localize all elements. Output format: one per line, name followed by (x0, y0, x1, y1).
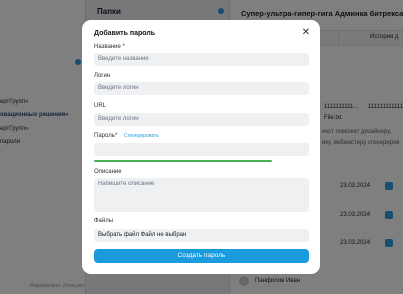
password-strength-bar (94, 160, 272, 162)
close-icon[interactable]: ✕ (301, 28, 311, 38)
login-input[interactable]: Введите логин (94, 82, 309, 95)
file-input[interactable]: Выбрать файл Файл не выбран (94, 229, 309, 242)
add-password-modal: Добавить пароль ✕ Название * Введите наз… (82, 20, 320, 274)
name-label: Название * (94, 44, 125, 50)
choose-file-button[interactable]: Выбрать файл (98, 232, 139, 238)
url-input[interactable]: Введите логин (94, 113, 309, 126)
file-status-text: Файл не выбран (140, 232, 187, 238)
modal-title: Добавить пароль (94, 30, 156, 37)
create-password-button[interactable]: Создать пароль (94, 249, 309, 263)
description-label: Описание (94, 169, 122, 175)
description-textarea[interactable]: Напишите описание (94, 178, 309, 212)
name-input[interactable]: Введите название (94, 53, 309, 66)
files-label: Файлы (94, 218, 114, 224)
login-label: Логин (94, 73, 111, 79)
password-label: Пароль* (94, 133, 118, 139)
generate-password-link[interactable]: Сгенерировать (124, 133, 159, 139)
url-label: URL (94, 103, 107, 109)
password-input[interactable] (94, 143, 309, 156)
